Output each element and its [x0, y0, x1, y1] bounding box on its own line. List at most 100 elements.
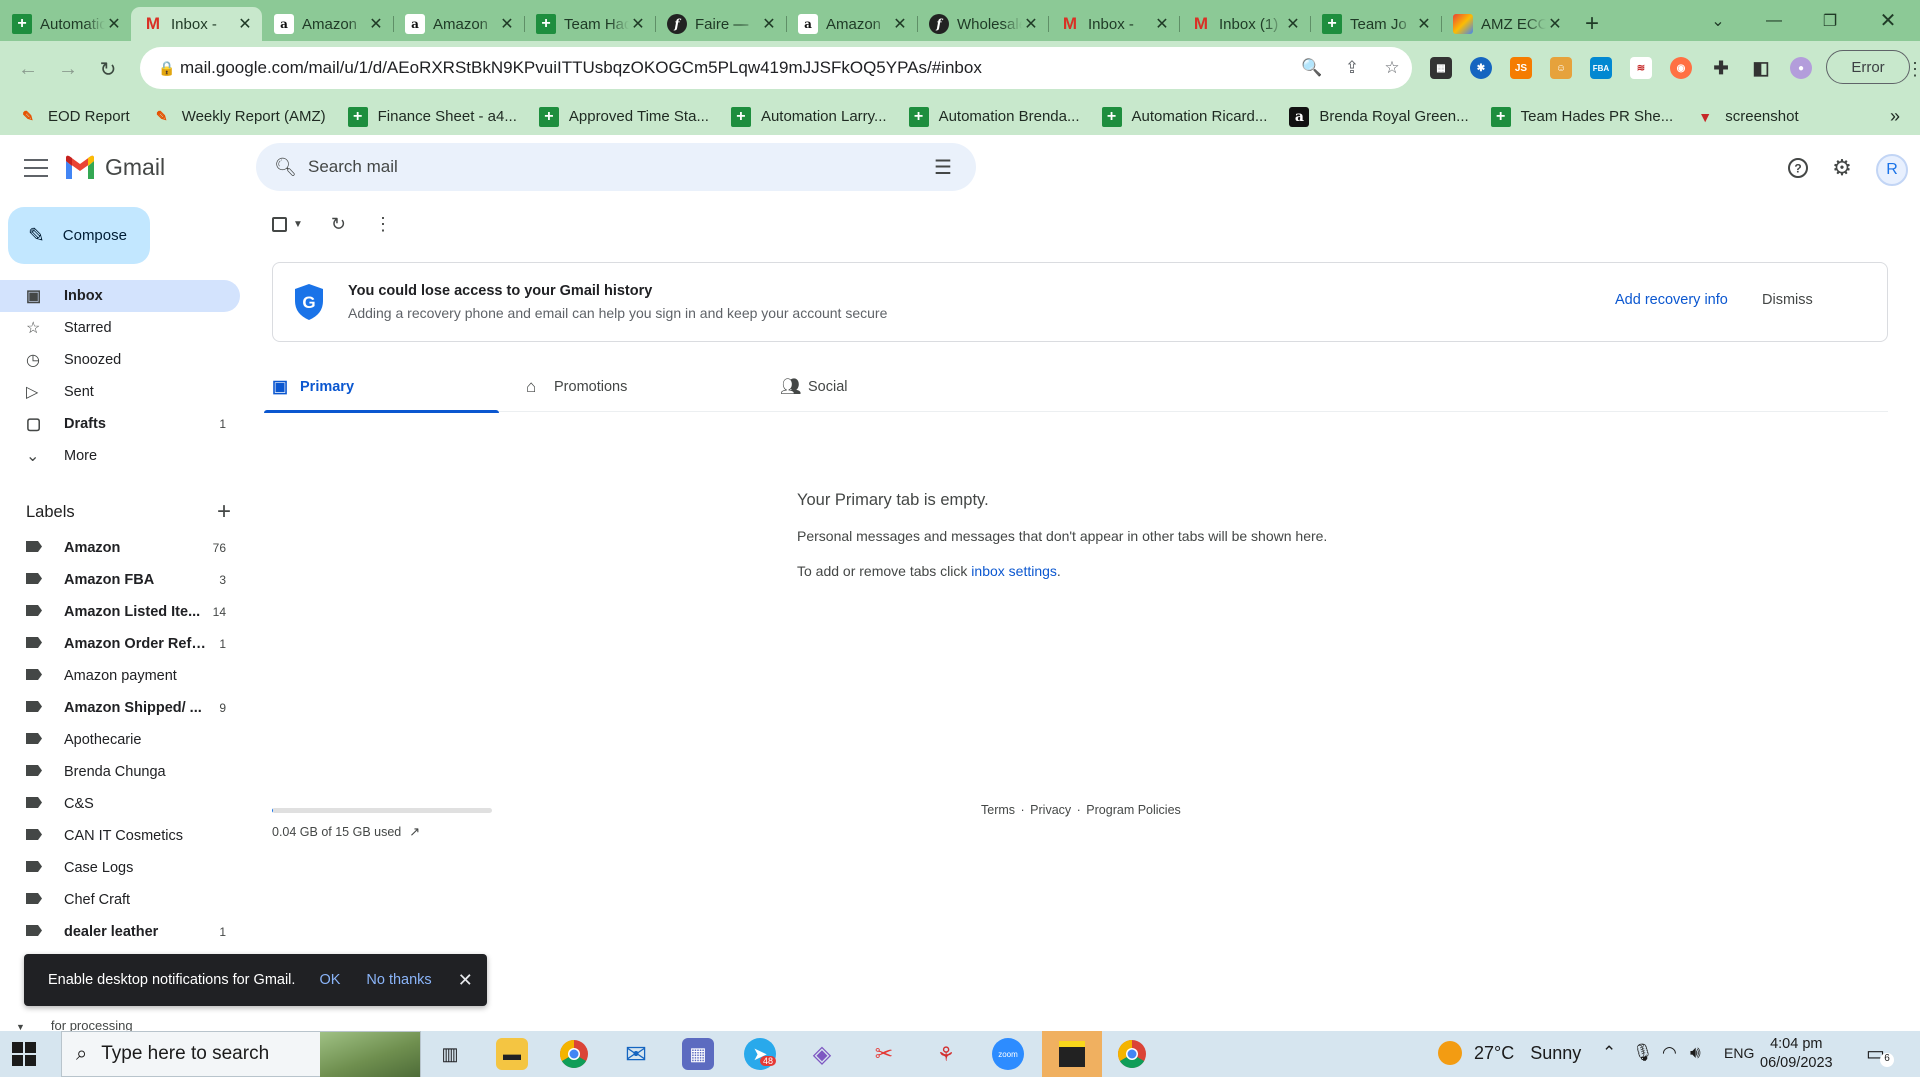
chrome-icon[interactable] — [558, 1038, 590, 1070]
extension-icon[interactable]: ☺ — [1550, 57, 1572, 79]
create-label-plus-icon[interactable]: + — [217, 498, 231, 526]
label-item[interactable]: dealer leather 1 — [0, 916, 240, 948]
menu-dots-icon[interactable]: ⋮ — [1906, 53, 1920, 85]
dismiss-button[interactable]: Dismiss — [1762, 292, 1813, 308]
task-view-icon[interactable]: ▥ — [434, 1038, 466, 1070]
refresh-icon[interactable]: ↻ — [331, 214, 346, 235]
close-tab-icon[interactable]: ✕ — [1284, 14, 1302, 34]
label-item[interactable]: Apothecarie — [0, 724, 240, 756]
bookmark[interactable]: ▼ screenshot — [1695, 107, 1798, 127]
nav-item-inbox[interactable]: ▣ Inbox — [0, 280, 240, 312]
bookmarks-overflow-icon[interactable]: » — [1890, 106, 1900, 127]
volume-icon[interactable]: 🔊︎ — [1690, 1043, 1701, 1063]
share-icon[interactable]: ⇪ — [1332, 58, 1372, 78]
url-text[interactable]: mail.google.com/mail/u/1/d/AEoRXRStBkN9K… — [180, 58, 1292, 78]
privacy-link[interactable]: Privacy — [1030, 803, 1071, 817]
gmail-logo[interactable]: Gmail — [64, 154, 165, 181]
search-input[interactable] — [308, 157, 928, 177]
search-bar[interactable]: 🔍︎ ☰ — [256, 143, 976, 191]
system-clock[interactable]: 4:04 pm 06/09/2023 — [1760, 1035, 1833, 1073]
minimize-window-button[interactable]: — — [1746, 0, 1802, 41]
help-icon[interactable]: ? — [1784, 154, 1812, 182]
label-item[interactable]: Chef Craft — [0, 884, 240, 916]
nav-item-drafts[interactable]: ▢ Drafts 1 — [0, 408, 240, 440]
js-extension-icon[interactable]: JS — [1510, 57, 1532, 79]
windows-start-icon[interactable] — [12, 1042, 36, 1066]
label-item[interactable]: Amazon Listed Ite... 14 — [0, 596, 240, 628]
label-item[interactable]: C&S — [0, 788, 240, 820]
nav-item-sent[interactable]: ▷ Sent — [0, 376, 240, 408]
language-indicator[interactable]: ENG — [1724, 1045, 1754, 1061]
qr-extension-icon[interactable]: ▦ — [1430, 57, 1452, 79]
more-options-icon[interactable]: ⋮ — [374, 214, 392, 235]
browser-tab[interactable]: f Wholesale ✕ — [917, 7, 1048, 41]
forward-arrow-icon[interactable]: → — [52, 53, 84, 85]
bookmark[interactable]: + Automation Larry... — [730, 106, 887, 127]
reload-icon[interactable]: ↻ — [92, 53, 124, 85]
side-panel-icon[interactable]: ◧ — [1750, 57, 1772, 79]
settings-gear-icon[interactable]: ⚙ — [1828, 154, 1856, 182]
browser-tab[interactable]: + Team Jo ✕ — [1310, 7, 1441, 41]
search-icon[interactable]: 🔍︎ — [274, 157, 308, 178]
sticky-notes-icon[interactable] — [1042, 1031, 1102, 1077]
tab-search-icon[interactable]: ⌄ — [1690, 0, 1746, 41]
browser-tab[interactable]: a Amazon ✕ — [786, 7, 917, 41]
lock-icon[interactable]: 🔒 — [158, 60, 180, 77]
snipping-tool-icon[interactable]: ✂ — [868, 1038, 900, 1070]
wifi-icon[interactable]: ◠ — [1662, 1043, 1677, 1063]
bookmark[interactable]: ✎ EOD Report — [18, 107, 130, 127]
zoom-icon[interactable]: 🔍 — [1292, 58, 1332, 78]
toast-no-thanks-button[interactable]: No thanks — [366, 972, 431, 988]
nav-item-snoozed[interactable]: ◷ Snoozed — [0, 344, 240, 376]
browser-tab[interactable]: + Team Hades ✕ — [524, 7, 655, 41]
nav-item-more[interactable]: ⌄ More — [0, 440, 240, 472]
puzzle-extensions-icon[interactable]: ✚ — [1710, 57, 1732, 79]
tab-primary[interactable]: ▣ Primary — [264, 362, 499, 413]
nav-item-starred[interactable]: ☆ Starred — [0, 312, 240, 344]
close-icon[interactable]: ✕ — [458, 970, 473, 991]
label-item[interactable]: Amazon payment — [0, 660, 240, 692]
label-item[interactable]: CAN IT Cosmetics — [0, 820, 240, 852]
microphone-icon[interactable]: 🎙︎ — [1632, 1043, 1654, 1063]
bookmark[interactable]: + Finance Sheet - a4... — [347, 106, 517, 127]
close-tab-icon[interactable]: ✕ — [1153, 14, 1171, 34]
external-link-icon[interactable]: ↗ — [409, 824, 420, 840]
label-item[interactable]: Brenda Chunga — [0, 756, 240, 788]
close-tab-icon[interactable]: ✕ — [1546, 14, 1564, 34]
label-item[interactable]: Case Logs — [0, 852, 240, 884]
close-tab-icon[interactable]: ✕ — [1415, 14, 1433, 34]
terms-link[interactable]: Terms — [981, 803, 1015, 817]
close-window-button[interactable]: ✕ — [1860, 0, 1916, 41]
file-explorer-icon[interactable]: ▬ — [496, 1038, 528, 1070]
account-avatar[interactable]: R — [1876, 154, 1908, 186]
new-tab-button[interactable]: + — [1572, 7, 1612, 41]
app-icon[interactable]: ⚘ — [930, 1038, 962, 1070]
close-tab-icon[interactable]: ✕ — [1022, 14, 1040, 34]
toast-ok-button[interactable]: OK — [319, 972, 340, 988]
browser-tab[interactable]: f Faire — ✕ — [655, 7, 786, 41]
search-options-icon[interactable]: ☰ — [928, 155, 958, 180]
browser-tab[interactable]: AMZ ECO ✕ — [1441, 7, 1572, 41]
close-tab-icon[interactable]: ✕ — [367, 14, 385, 34]
extension-icon[interactable]: ✱ — [1470, 57, 1492, 79]
browser-tab[interactable]: M Inbox (1) ✕ — [1179, 7, 1310, 41]
label-item[interactable]: Amazon 76 — [0, 532, 240, 564]
notification-center-icon[interactable]: ▭ 6 — [1866, 1041, 1894, 1067]
close-tab-icon[interactable]: ✕ — [498, 14, 516, 34]
telegram-icon[interactable]: ➤ 48 — [744, 1038, 777, 1070]
compose-button[interactable]: ✎ Compose — [8, 207, 150, 264]
select-dropdown-icon[interactable]: ▼ — [293, 219, 303, 230]
maximize-window-button[interactable]: ❐ — [1802, 0, 1858, 41]
extension-icon[interactable]: ◉ — [1670, 57, 1692, 79]
tab-promotions[interactable]: ⌂ Promotions — [518, 362, 753, 412]
calculator-icon[interactable]: ▦ — [682, 1038, 714, 1070]
tab-social[interactable]: 👥︎ Social — [772, 362, 1007, 412]
profile-error-button[interactable]: Error — [1826, 50, 1910, 84]
address-bar[interactable]: 🔒 mail.google.com/mail/u/1/d/AEoRXRStBkN… — [140, 47, 1412, 89]
weather-widget[interactable]: 27°C Sunny — [1438, 1041, 1581, 1065]
bookmark[interactable]: a Brenda Royal Green... — [1289, 106, 1469, 127]
profile-avatar-icon[interactable]: ● — [1790, 57, 1812, 79]
zoom-icon[interactable]: zoom — [992, 1038, 1024, 1070]
fba-extension-icon[interactable]: FBA — [1590, 57, 1612, 79]
close-tab-icon[interactable]: ✕ — [629, 14, 647, 34]
